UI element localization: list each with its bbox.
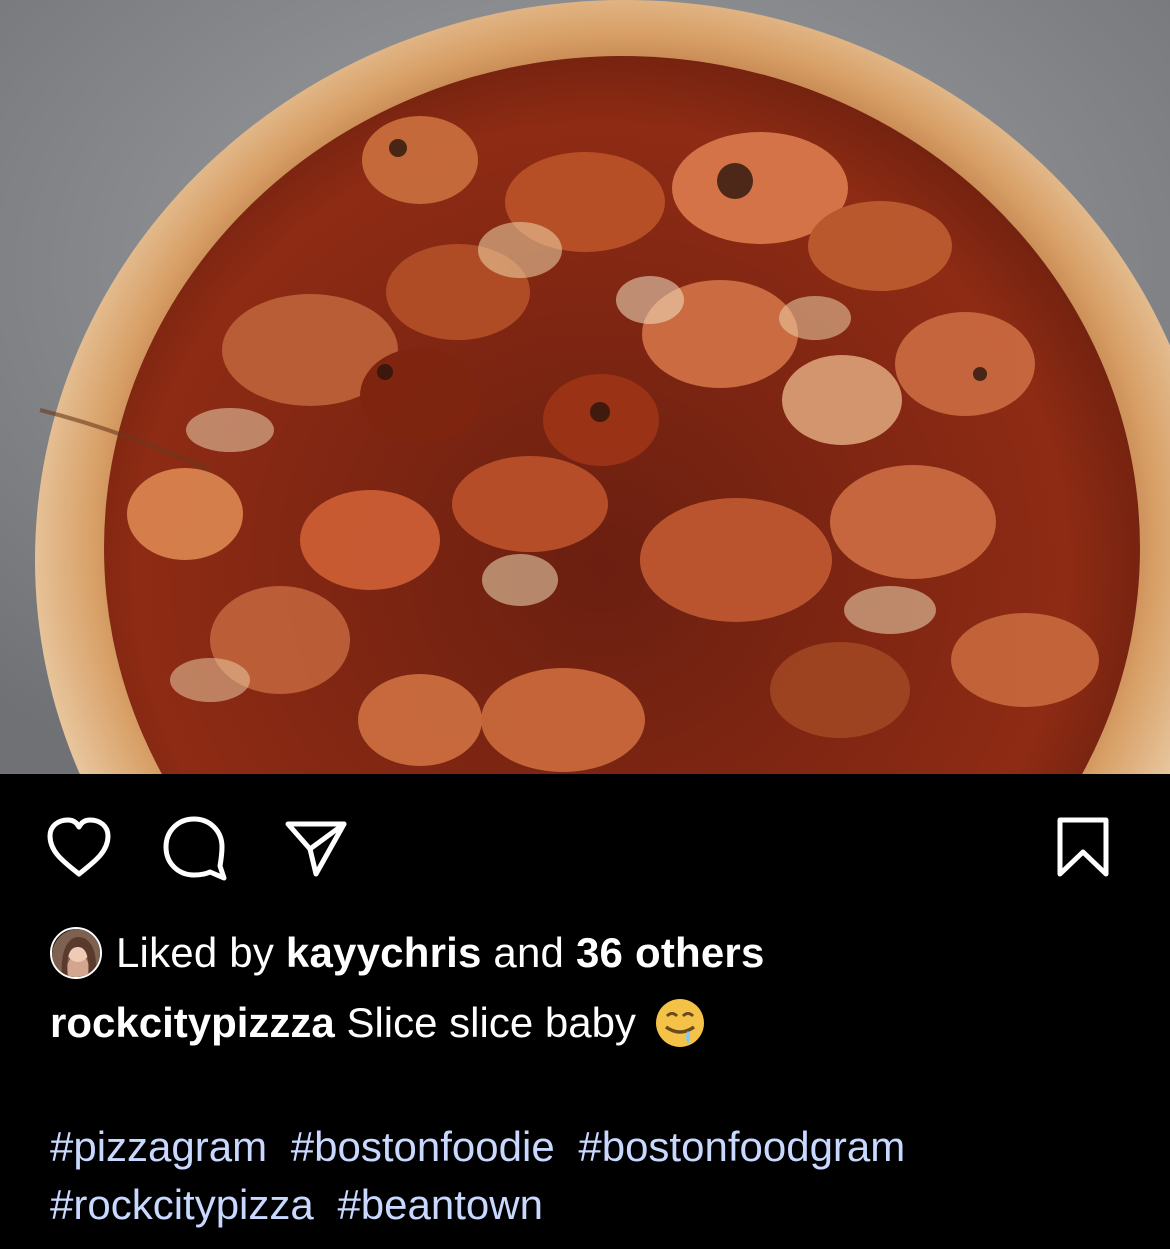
share-icon[interactable] (282, 816, 352, 880)
likes-summary[interactable]: Liked by kayychris and 36 others (50, 924, 765, 982)
avatar[interactable] (50, 927, 102, 979)
caption-text: Slice slice baby (346, 999, 636, 1046)
liked-by-user[interactable]: kayychris (286, 929, 482, 977)
bookmark-icon[interactable] (1052, 814, 1114, 880)
pizza-photo (0, 0, 1170, 774)
hashtag-link[interactable]: #rockcitypizza (50, 1181, 314, 1228)
hashtag-link[interactable]: #bostonfoodie (291, 1123, 555, 1170)
post-image[interactable] (0, 0, 1170, 774)
caption: rockcitypizzza Slice slice baby (50, 994, 706, 1052)
hashtag-link[interactable]: #beantown (337, 1181, 543, 1228)
drooling-face-emoji (654, 997, 706, 1049)
likes-prefix: Liked by (116, 929, 275, 976)
hashtag-link[interactable]: #bostonfoodgram (578, 1123, 905, 1170)
hashtags: #pizzagram #bostonfoodie #bostonfoodgram… (50, 1118, 1140, 1234)
likes-and: and (493, 929, 565, 976)
heart-icon[interactable] (44, 816, 114, 878)
caption-username[interactable]: rockcitypizzza (50, 999, 335, 1047)
hashtag-link[interactable]: #pizzagram (50, 1123, 267, 1170)
comment-icon[interactable] (160, 816, 230, 882)
likes-count[interactable]: 36 others (576, 929, 765, 977)
